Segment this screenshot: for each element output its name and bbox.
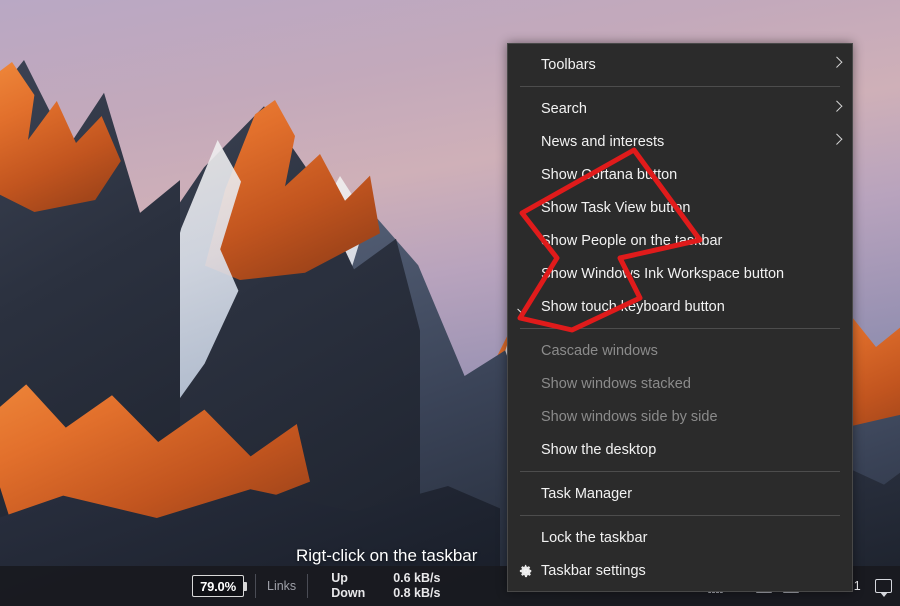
menu-item-lock-the-taskbar[interactable]: Lock the taskbar xyxy=(508,521,852,554)
taskbar-divider xyxy=(255,574,256,598)
menu-item-show-touch-keyboard-button[interactable]: Show touch keyboard button xyxy=(508,290,852,323)
menu-item-label: Show windows side by side xyxy=(541,408,718,425)
menu-item-show-windows-stacked: Show windows stacked xyxy=(508,367,852,400)
menu-item-show-people-on-the-taskbar[interactable]: Show People on the taskbar xyxy=(508,224,852,257)
menu-item-label: Lock the taskbar xyxy=(541,529,648,546)
network-up-label: Up xyxy=(331,571,348,585)
menu-item-label: Task Manager xyxy=(541,485,633,502)
network-labels: Up Down xyxy=(331,571,393,601)
menu-separator xyxy=(520,471,840,472)
menu-item-label: Search xyxy=(541,100,587,117)
chevron-right-icon xyxy=(831,56,843,68)
menu-separator xyxy=(520,515,840,516)
notification-balloon-icon[interactable] xyxy=(875,579,892,597)
network-monitor-widget[interactable]: Up Down 0.6 kB/s 0.8 kB/s xyxy=(331,571,463,601)
network-down-value: 0.8 kB/s xyxy=(393,586,441,600)
links-toolbar-label[interactable]: Links xyxy=(267,579,296,593)
menu-item-label: Taskbar settings xyxy=(541,562,646,579)
menu-separator xyxy=(520,328,840,329)
menu-item-label: Show the desktop xyxy=(541,441,657,458)
checkmark-icon xyxy=(517,301,529,314)
menu-item-label: Show Cortana button xyxy=(541,166,678,183)
gear-icon xyxy=(519,564,532,577)
battery-percent-label: 79.0% xyxy=(192,575,247,597)
menu-item-show-cortana-button[interactable]: Show Cortana button xyxy=(508,158,852,191)
menu-separator xyxy=(520,86,840,87)
menu-item-label: Show People on the taskbar xyxy=(541,232,723,249)
menu-item-toolbars[interactable]: Toolbars xyxy=(508,48,852,81)
menu-item-show-the-desktop[interactable]: Show the desktop xyxy=(508,433,852,466)
taskbar-divider xyxy=(307,574,309,598)
menu-item-taskbar-settings[interactable]: Taskbar settings xyxy=(508,554,852,587)
taskbar-context-menu[interactable]: Toolbars Search News and interests Show Cor… xyxy=(507,43,853,592)
menu-item-task-manager[interactable]: Task Manager xyxy=(508,477,852,510)
menu-item-show-windows-side-by-side: Show windows side by side xyxy=(508,400,852,433)
menu-item-cascade-windows: Cascade windows xyxy=(508,334,852,367)
network-values: 0.6 kB/s 0.8 kB/s xyxy=(393,571,463,601)
menu-item-label: Toolbars xyxy=(541,56,596,73)
chevron-right-icon xyxy=(831,100,843,112)
menu-item-show-task-view-button[interactable]: Show Task View button xyxy=(508,191,852,224)
menu-item-label: Show touch keyboard button xyxy=(541,298,725,315)
network-down-label: Down xyxy=(331,586,366,600)
menu-item-label: Cascade windows xyxy=(541,342,658,359)
menu-item-label: Show windows stacked xyxy=(541,375,691,392)
menu-item-label: Show Windows Ink Workspace button xyxy=(541,265,785,282)
menu-item-news-and-interests[interactable]: News and interests xyxy=(508,125,852,158)
menu-item-search[interactable]: Search xyxy=(508,92,852,125)
menu-item-label: Show Task View button xyxy=(541,199,691,216)
chevron-right-icon xyxy=(831,133,843,145)
menu-item-label: News and interests xyxy=(541,133,665,150)
network-up-value: 0.6 kB/s xyxy=(393,571,441,585)
caption-text: Rigt-click on the taskbar xyxy=(296,546,478,565)
menu-item-show-windows-ink-workspace-button[interactable]: Show Windows Ink Workspace button xyxy=(508,257,852,290)
battery-widget[interactable]: 79.0% xyxy=(192,575,247,597)
